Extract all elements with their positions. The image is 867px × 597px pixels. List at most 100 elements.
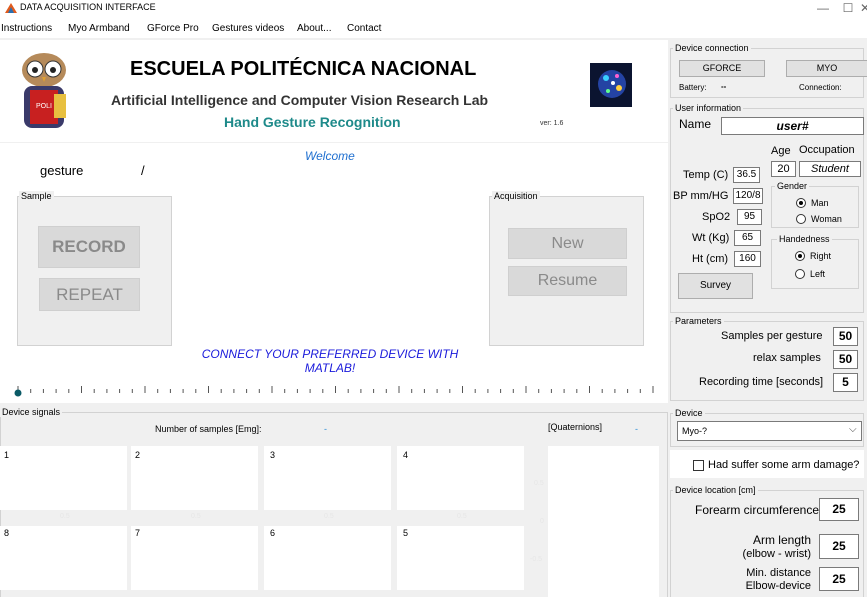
gender-woman-label: Woman (811, 214, 842, 224)
arm-length-label-line2: (elbow - wrist) (742, 548, 811, 560)
hand-right-label: Right (810, 251, 832, 261)
parameters-legend: Parameters (673, 316, 724, 326)
occupation-label: Occupation (799, 144, 855, 156)
battery-value: -- (721, 82, 727, 91)
repeat-button[interactable]: REPEAT (39, 278, 140, 311)
menu-gforce-pro[interactable]: GForce Pro (147, 23, 199, 34)
emg-plot-3 (264, 446, 391, 510)
gender-woman-radio[interactable] (796, 214, 806, 224)
tick-label: 0.5 (457, 513, 467, 520)
acquisition-legend: Acquisition (492, 191, 540, 201)
title-bar: DATA ACQUISITION INTERFACE — ☐ ✕ (0, 0, 867, 20)
weight-input[interactable]: 65 (734, 230, 761, 246)
progress-slider[interactable] (12, 384, 662, 398)
lab-title: Artificial Intelligence and Computer Vis… (111, 92, 489, 108)
device-location-legend: Device location [cm] (673, 485, 758, 495)
name-input[interactable]: user# (721, 117, 864, 135)
emg-plot-8 (0, 526, 127, 590)
weight-label: Wt (Kg) (692, 232, 730, 244)
matlab-icon (5, 3, 17, 13)
gesture-counter-separator: / (141, 163, 145, 178)
emg-plot-4 (397, 446, 524, 510)
sample-panel (17, 196, 172, 346)
recording-time-label: Recording time [seconds] (699, 376, 824, 388)
minimize-button[interactable]: — (813, 1, 833, 17)
handedness-group (771, 239, 859, 289)
min-distance-input[interactable]: 25 (819, 567, 859, 591)
device-select-value: Myo-? (682, 426, 708, 436)
new-button[interactable]: New (508, 228, 627, 259)
tick-label: 0.5 (191, 513, 201, 520)
plot-label-3: 3 (270, 450, 276, 460)
school-title: ESCUELA POLITÉCNICA NACIONAL (130, 58, 477, 80)
header-banner: POLI ESCUELA POLITÉCNICA NACIONAL Artifi… (0, 40, 668, 142)
device-signals-legend: Device signals (0, 407, 63, 417)
plot-label-6: 6 (270, 528, 276, 538)
bp-input[interactable]: 120/8 (733, 188, 763, 204)
menu-about[interactable]: About... (297, 23, 331, 34)
device-select[interactable]: Myo-? ⌵ (677, 421, 862, 441)
arm-length-input[interactable]: 25 (819, 534, 859, 559)
connect-message-line1: CONNECT YOUR PREFERRED DEVICE WITH (201, 347, 459, 361)
window-title: DATA ACQUISITION INTERFACE (20, 2, 156, 12)
record-button[interactable]: RECORD (38, 226, 140, 268)
menu-contact[interactable]: Contact (347, 23, 381, 34)
name-label: Name (679, 117, 712, 131)
spo2-label: SpO2 (702, 211, 731, 223)
height-input[interactable]: 160 (734, 251, 761, 267)
menu-instructions[interactable]: Instructions (1, 23, 52, 34)
slider-thumb (14, 389, 22, 397)
damage-label: Had suffer some arm damage? (708, 459, 860, 471)
maximize-button[interactable]: ☐ (838, 1, 858, 17)
emg-plot-6 (264, 526, 391, 590)
plot-label-4: 4 (403, 450, 409, 460)
gender-man-label: Man (811, 198, 829, 208)
emg-samples-label: Number of samples [Emg]: (155, 424, 262, 434)
menu-bar: Instructions Myo Armband GForce Pro Gest… (0, 20, 867, 38)
project-title: Hand Gesture Recognition (224, 114, 401, 130)
tick-label: 0.5 (60, 513, 70, 520)
arm-length-label-line1: Arm length (752, 533, 811, 547)
welcome-text: Welcome (305, 149, 355, 163)
min-distance-label-line2: Elbow-device (745, 580, 811, 592)
chevron-down-icon: ⌵ (849, 424, 857, 435)
spo2-input[interactable]: 95 (737, 209, 762, 225)
temp-input[interactable]: 36.5 (733, 167, 760, 183)
temp-label: Temp (C) (683, 169, 729, 181)
quat-tick: -0.5 (530, 556, 543, 563)
hand-left-radio[interactable] (795, 269, 805, 279)
plot-label-8: 8 (4, 528, 10, 538)
min-distance-label: Min. distance Elbow-device (733, 567, 811, 593)
samples-per-gesture-input[interactable]: 50 (833, 327, 858, 346)
quaternions-value: - (635, 424, 638, 434)
plot-label-2: 2 (135, 450, 141, 460)
quat-tick: 0.5 (534, 480, 544, 487)
mascot-logo: POLI (16, 50, 72, 132)
hand-right-radio[interactable] (795, 251, 805, 261)
menu-myo-armband[interactable]: Myo Armband (68, 23, 130, 34)
min-distance-label-line1: Min. distance (746, 567, 811, 579)
damage-checkbox[interactable] (693, 460, 704, 471)
forearm-label: Forearm circumference (695, 503, 820, 517)
brain-logo (590, 63, 632, 107)
gforce-button[interactable]: GFORCE (679, 60, 765, 77)
emg-plot-5 (397, 526, 524, 590)
version-label: ver: 1.6 (540, 120, 564, 127)
forearm-input[interactable]: 25 (819, 498, 859, 521)
close-button[interactable]: ✕ (860, 1, 867, 17)
occupation-input[interactable]: Student (799, 161, 861, 177)
emg-samples-value: - (324, 424, 327, 434)
user-info-legend: User information (673, 103, 744, 113)
recording-time-input[interactable]: 5 (833, 373, 858, 392)
quaternion-plot (548, 446, 659, 597)
gender-man-radio[interactable] (796, 198, 806, 208)
menu-gestures-videos[interactable]: Gestures videos (212, 23, 284, 34)
emg-plot-7 (131, 526, 258, 590)
resume-button[interactable]: Resume (508, 266, 627, 296)
myo-button[interactable]: MYO (786, 60, 867, 77)
emg-plot-1 (0, 446, 127, 510)
device-legend: Device (673, 408, 705, 418)
relax-samples-input[interactable]: 50 (833, 350, 858, 369)
survey-button[interactable]: Survey (678, 273, 753, 299)
age-input[interactable]: 20 (771, 161, 796, 177)
